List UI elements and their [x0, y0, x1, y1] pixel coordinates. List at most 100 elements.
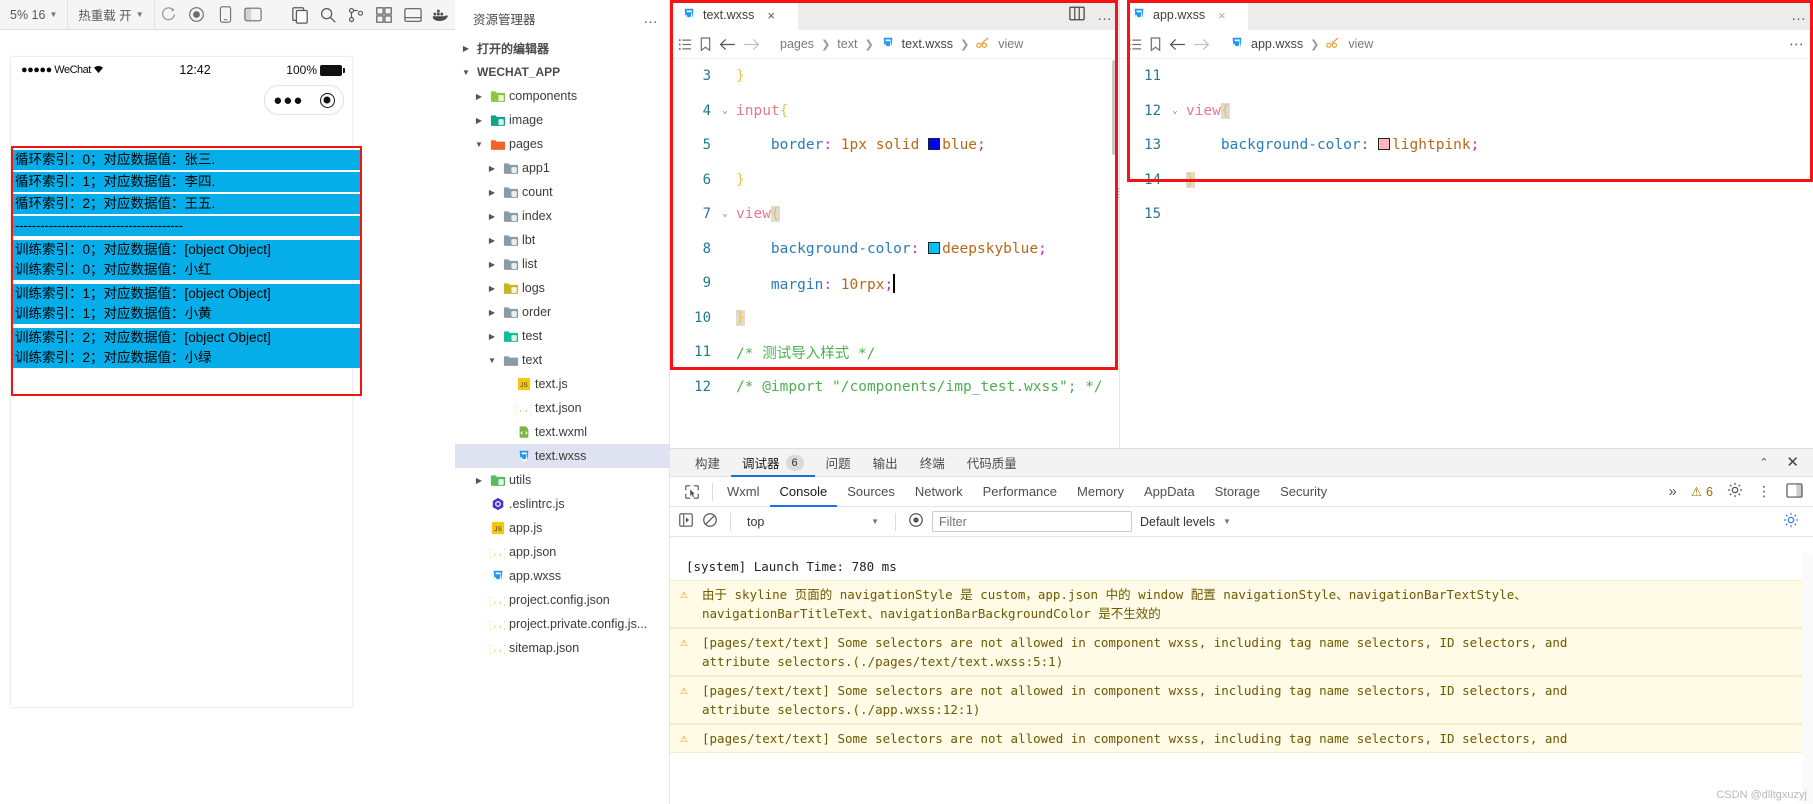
panel-tab-5[interactable]: 代码质量: [956, 449, 1028, 477]
tree-item-lbt[interactable]: ▶ lbt: [455, 228, 669, 252]
chevron-right-icon[interactable]: ▶: [485, 332, 499, 341]
tree-item-text.wxss[interactable]: text.wxss: [455, 444, 669, 468]
tree-item-text.wxml[interactable]: text.wxml: [455, 420, 669, 444]
code-line[interactable]: 3}: [670, 59, 1119, 94]
tree-item-test[interactable]: ▶ test: [455, 324, 669, 348]
tab-app-wxss[interactable]: app.wxss ×: [1120, 0, 1248, 30]
kebab-menu-icon[interactable]: ⋮: [1757, 483, 1772, 500]
code-line[interactable]: 5 border: 1px solid blue;: [670, 128, 1119, 163]
chevron-down-icon[interactable]: ▼: [472, 140, 486, 149]
tree-item-project.private.config.js...[interactable]: {..} project.private.config.js...: [455, 612, 669, 636]
project-root-row[interactable]: ▼ WECHAT_APP: [455, 60, 669, 84]
close-icon[interactable]: ×: [767, 8, 775, 23]
open-editors-section[interactable]: ▶ 打开的编辑器: [455, 36, 669, 60]
breadcrumb-segment[interactable]: text: [837, 37, 857, 51]
target-icon[interactable]: [319, 92, 335, 108]
overflow-icon[interactable]: »: [1668, 483, 1676, 500]
more-options-icon[interactable]: …: [1791, 8, 1807, 23]
code-line[interactable]: 15: [1120, 197, 1813, 232]
code-line[interactable]: 8 background-color: deepskyblue;: [670, 232, 1119, 267]
devtools-tab-appdata[interactable]: AppData: [1134, 477, 1205, 507]
chevron-right-icon[interactable]: ▶: [485, 308, 499, 317]
code-editor-left[interactable]: 3} 4 ⌄ input{5 border: 1px solid blue; 6} 7 ⌄ v…: [670, 59, 1119, 404]
fold-chevron-icon[interactable]: ⌄: [1168, 106, 1182, 116]
chevron-right-icon[interactable]: ▶: [485, 164, 499, 173]
outline-icon[interactable]: [1128, 38, 1142, 51]
tree-item-index[interactable]: ▶ index: [455, 204, 669, 228]
chevron-down-icon[interactable]: ▼: [485, 356, 499, 365]
close-icon[interactable]: ✕: [1786, 453, 1799, 471]
back-arrow-icon[interactable]: [1169, 38, 1186, 51]
code-line[interactable]: 9 margin: 10rpx;: [670, 266, 1119, 301]
devtools-tab-security[interactable]: Security: [1270, 477, 1337, 507]
forward-arrow-icon[interactable]: [1193, 38, 1210, 51]
code-line[interactable]: 4 ⌄ input{: [670, 94, 1119, 129]
code-editor-right[interactable]: 11 12 ⌄ view{13 background-color: lightpink…: [1120, 59, 1813, 232]
panel-layout-icon[interactable]: [399, 0, 427, 30]
tree-item-list[interactable]: ▶ list: [455, 252, 669, 276]
forward-arrow-icon[interactable]: [743, 38, 760, 51]
breadcrumb-segment[interactable]: view: [1348, 37, 1373, 51]
tab-text-wxss[interactable]: text.wxss ×: [670, 0, 798, 30]
editor-scrollbar-left[interactable]: [1110, 60, 1119, 260]
code-line[interactable]: 13 background-color: lightpink;: [1120, 128, 1813, 163]
clear-console-icon[interactable]: [702, 512, 718, 531]
more-options-icon[interactable]: …: [1097, 8, 1113, 23]
devtools-tab-storage[interactable]: Storage: [1205, 477, 1271, 507]
more-options-icon[interactable]: …: [643, 11, 659, 26]
devtools-tab-wxml[interactable]: Wxml: [717, 477, 770, 507]
tree-item-.eslintrc.js[interactable]: .eslintrc.js: [455, 492, 669, 516]
warning-count-badge[interactable]: ⚠ 6: [1691, 484, 1713, 500]
fold-chevron-icon[interactable]: ⌄: [718, 106, 732, 116]
code-line[interactable]: 14}: [1120, 163, 1813, 198]
breadcrumb-segment[interactable]: text.wxss: [902, 37, 953, 51]
breadcrumb-segment[interactable]: pages: [780, 37, 814, 51]
code-line[interactable]: 11 /* 测试导入样式 */: [670, 335, 1119, 370]
tree-item-app.json[interactable]: {..} app.json: [455, 540, 669, 564]
devtools-tab-console[interactable]: Console: [770, 477, 838, 507]
tree-item-text[interactable]: ▼ text: [455, 348, 669, 372]
tree-item-image[interactable]: ▶ image: [455, 108, 669, 132]
chevron-right-icon[interactable]: ▶: [485, 212, 499, 221]
extensions-icon[interactable]: [370, 0, 398, 30]
tree-item-count[interactable]: ▶ count: [455, 180, 669, 204]
tree-item-logs[interactable]: ▶ logs: [455, 276, 669, 300]
more-dots-icon[interactable]: ●●●: [273, 93, 303, 108]
chevron-up-icon[interactable]: ⌃: [1759, 456, 1768, 469]
search-icon[interactable]: [314, 0, 342, 30]
code-line[interactable]: 6}: [670, 163, 1119, 198]
panel-tab-3[interactable]: 输出: [862, 449, 909, 477]
tree-item-app.wxss[interactable]: app.wxss: [455, 564, 669, 588]
source-control-icon[interactable]: [342, 0, 370, 30]
tree-item-pages[interactable]: ▼ pages: [455, 132, 669, 156]
tree-item-sitemap.json[interactable]: {..} sitemap.json: [455, 636, 669, 660]
panel-tab-2[interactable]: 问题: [815, 449, 862, 477]
more-options-icon[interactable]: ⋯: [1789, 37, 1805, 52]
chevron-right-icon[interactable]: ▶: [459, 44, 473, 53]
console-levels-select[interactable]: Default levels ▼: [1140, 515, 1231, 529]
record-icon[interactable]: [183, 0, 211, 30]
split-editor-icon[interactable]: [1069, 6, 1085, 24]
chevron-down-icon[interactable]: ▼: [459, 68, 473, 77]
devtools-tab-memory[interactable]: Memory: [1067, 477, 1134, 507]
chevron-right-icon[interactable]: ▶: [485, 236, 499, 245]
copy-icon[interactable]: [286, 0, 314, 30]
gear-icon[interactable]: [1727, 482, 1743, 501]
console-filter-input[interactable]: Filter: [932, 511, 1132, 532]
bookmark-icon[interactable]: [1149, 36, 1162, 52]
layout-icon[interactable]: [239, 0, 267, 30]
panel-tab-4[interactable]: 终端: [909, 449, 956, 477]
tree-item-components[interactable]: ▶ components: [455, 84, 669, 108]
gear-icon[interactable]: [1783, 512, 1799, 531]
console-scrollbar[interactable]: [1802, 553, 1813, 804]
devtools-tab-sources[interactable]: Sources: [837, 477, 905, 507]
breadcrumb-segment[interactable]: view: [998, 37, 1023, 51]
mobile-icon[interactable]: [211, 0, 239, 30]
panel-tab-1[interactable]: 调试器 6: [731, 449, 815, 477]
chevron-right-icon[interactable]: ▶: [485, 260, 499, 269]
code-line[interactable]: 10}: [670, 301, 1119, 336]
devtools-tab-performance[interactable]: Performance: [973, 477, 1067, 507]
code-line[interactable]: 7 ⌄ view{: [670, 197, 1119, 232]
chevron-right-icon[interactable]: ▶: [472, 476, 486, 485]
close-icon[interactable]: ×: [1218, 8, 1226, 23]
